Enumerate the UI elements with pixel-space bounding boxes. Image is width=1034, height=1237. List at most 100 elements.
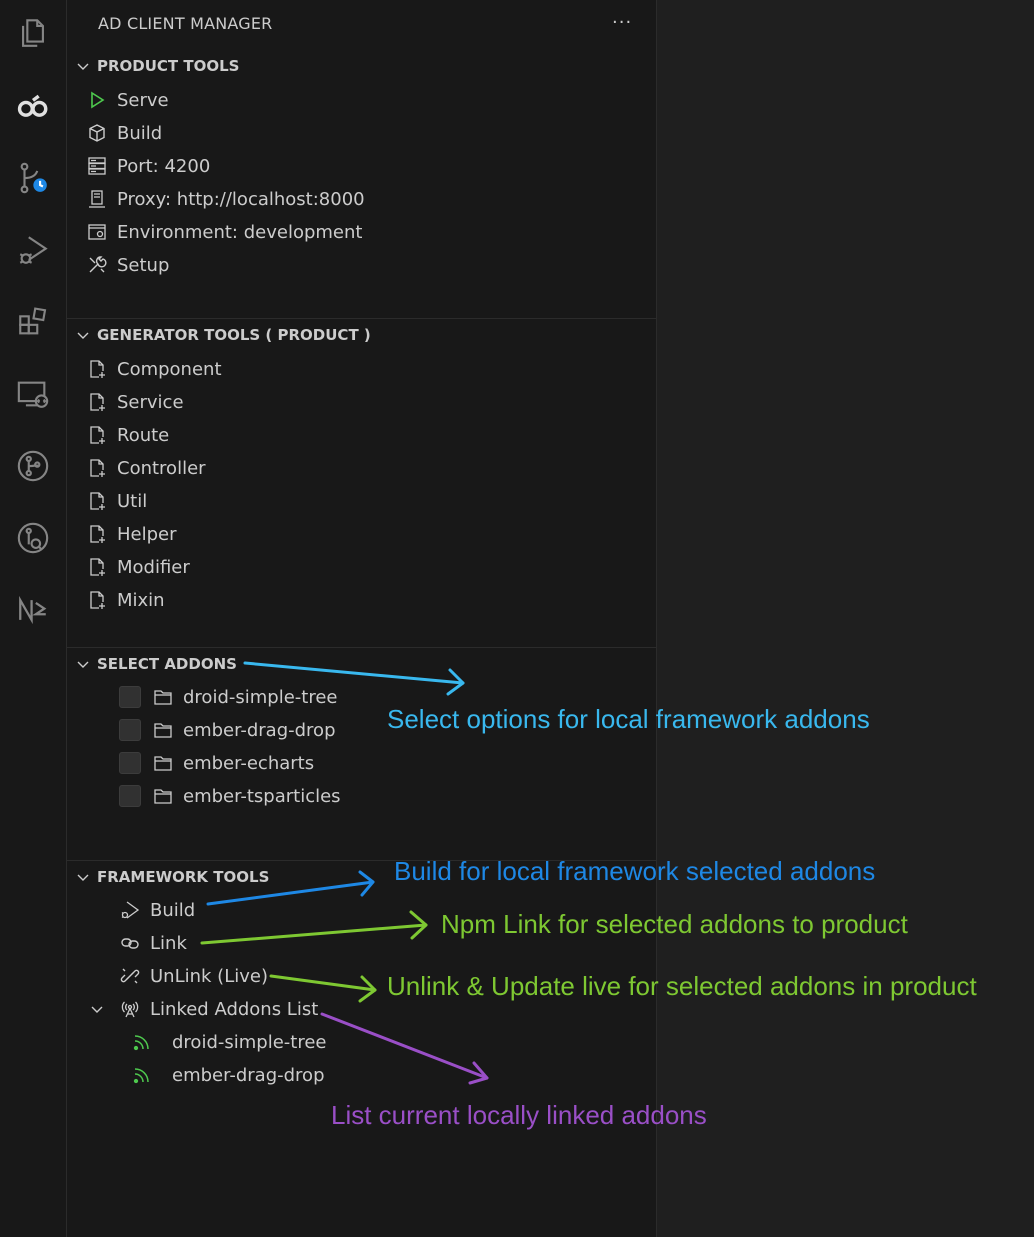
tree-item-label: Mixin (117, 589, 165, 611)
chevron-down-icon (77, 63, 89, 70)
addon-checkbox[interactable] (119, 686, 141, 708)
new-file-icon (86, 556, 108, 578)
extensions-icon[interactable] (13, 302, 53, 342)
section-select-addons[interactable]: SELECT ADDONS (75, 651, 237, 677)
tree-item-controller[interactable]: Controller (86, 453, 206, 483)
tree-item-label: UnLink (Live) (150, 965, 268, 987)
infinity-extension-icon[interactable] (13, 86, 53, 126)
broadcast-icon (119, 998, 141, 1020)
section-framework-tools[interactable]: FRAMEWORK TOOLS (75, 864, 269, 890)
explorer-icon[interactable] (13, 13, 53, 53)
folder-icon (152, 752, 174, 774)
gitlens-icon[interactable] (13, 518, 53, 558)
source-control-icon[interactable] (13, 158, 53, 198)
link-icon (119, 932, 141, 954)
section-generator-tools[interactable]: GENERATOR TOOLS ( PRODUCT ) (75, 322, 371, 348)
tree-item-modifier[interactable]: Modifier (86, 552, 190, 582)
tree-item-service[interactable]: Service (86, 387, 184, 417)
section-product-tools[interactable]: PRODUCT TOOLS (75, 53, 240, 79)
addon-option[interactable]: ember-echarts (119, 748, 314, 778)
tree-item-label: Helper (117, 523, 177, 545)
addon-checkbox[interactable] (119, 719, 141, 741)
environment-icon (86, 221, 108, 243)
section-divider (67, 647, 656, 648)
tree-item-framework-build[interactable]: Build (119, 895, 195, 925)
addon-label: ember-tsparticles (183, 785, 341, 807)
new-file-icon (86, 457, 108, 479)
tree-item-label: Build (117, 122, 163, 144)
new-file-icon (86, 490, 108, 512)
tree-item-unlink[interactable]: UnLink (Live) (119, 961, 268, 991)
run-debug-icon[interactable] (13, 230, 53, 270)
rss-icon (131, 1064, 153, 1086)
annotation-link: Npm Link for selected addons to product (441, 909, 908, 939)
new-file-icon (86, 391, 108, 413)
addon-checkbox[interactable] (119, 752, 141, 774)
tree-item-label: Port: 4200 (117, 155, 211, 177)
tree-item-serve[interactable]: Serve (86, 85, 169, 115)
tree-item-label: Route (117, 424, 170, 446)
tree-item-proxy[interactable]: Proxy: http://localhost:8000 (86, 184, 365, 214)
chevron-down-icon (77, 874, 89, 881)
tree-item-label: Service (117, 391, 184, 413)
tree-item-route[interactable]: Route (86, 420, 169, 450)
tree-item-label: Controller (117, 457, 206, 479)
debug-alt-icon (119, 899, 141, 921)
nx-console-icon[interactable] (13, 590, 53, 630)
tree-item-label: Link (150, 932, 187, 954)
rss-icon (131, 1031, 153, 1053)
annotation-list: List current locally linked addons (331, 1100, 707, 1130)
unlink-icon (119, 965, 141, 987)
tree-item-environment[interactable]: Environment: development (86, 217, 362, 247)
tree-item-component[interactable]: Component (86, 354, 222, 384)
addon-label: droid-simple-tree (183, 686, 338, 708)
chevron-down-icon (77, 332, 89, 339)
editor-area (657, 0, 1034, 1237)
tree-item-label: Build (150, 899, 196, 921)
tree-item-helper[interactable]: Helper (86, 519, 177, 549)
section-title: SELECT ADDONS (97, 655, 237, 673)
addon-checkbox[interactable] (119, 785, 141, 807)
tree-item-build[interactable]: Build (86, 118, 162, 148)
tree-item-label: Proxy: http://localhost:8000 (117, 188, 365, 210)
tree-item-label: Environment: development (117, 221, 363, 243)
activity-bar (0, 0, 67, 1237)
addon-option[interactable]: droid-simple-tree (119, 682, 338, 712)
play-icon (86, 89, 108, 111)
section-title: GENERATOR TOOLS ( PRODUCT ) (97, 326, 371, 344)
folder-icon (152, 686, 174, 708)
section-title: PRODUCT TOOLS (97, 57, 240, 75)
addon-option[interactable]: ember-tsparticles (119, 781, 341, 811)
server-icon (86, 155, 108, 177)
tools-icon (86, 254, 108, 276)
tree-item-label: Serve (117, 89, 169, 111)
new-file-icon (86, 424, 108, 446)
chevron-down-icon (77, 661, 89, 668)
linked-addon-label: ember-drag-drop (172, 1064, 325, 1086)
addon-option[interactable]: ember-drag-drop (119, 715, 336, 745)
tree-item-util[interactable]: Util (86, 486, 147, 516)
tree-item-setup[interactable]: Setup (86, 250, 169, 280)
new-file-icon (86, 589, 108, 611)
git-graph-icon[interactable] (13, 446, 53, 486)
new-file-icon (86, 523, 108, 545)
package-icon (86, 122, 108, 144)
addon-label: ember-drag-drop (183, 719, 336, 741)
tree-item-label: Linked Addons List (150, 998, 319, 1020)
computer-icon (86, 188, 108, 210)
more-actions-icon[interactable]: ··· (612, 12, 632, 33)
linked-addon-item[interactable]: droid-simple-tree (131, 1027, 327, 1057)
tree-item-port[interactable]: Port: 4200 (86, 151, 210, 181)
new-file-icon (86, 358, 108, 380)
section-title: FRAMEWORK TOOLS (97, 868, 270, 886)
tree-item-label: Component (117, 358, 222, 380)
sidebar: AD CLIENT MANAGER ··· PRODUCT TOOLS Serv… (67, 0, 657, 1237)
tree-item-mixin[interactable]: Mixin (86, 585, 165, 615)
section-divider (67, 318, 656, 319)
linked-addon-item[interactable]: ember-drag-drop (131, 1060, 325, 1090)
tree-item-label: Util (117, 490, 148, 512)
tree-item-linked-addons-list[interactable]: Linked Addons List (89, 994, 318, 1024)
remote-explorer-icon[interactable] (13, 374, 53, 414)
addon-label: ember-echarts (183, 752, 315, 774)
tree-item-link[interactable]: Link (119, 928, 187, 958)
